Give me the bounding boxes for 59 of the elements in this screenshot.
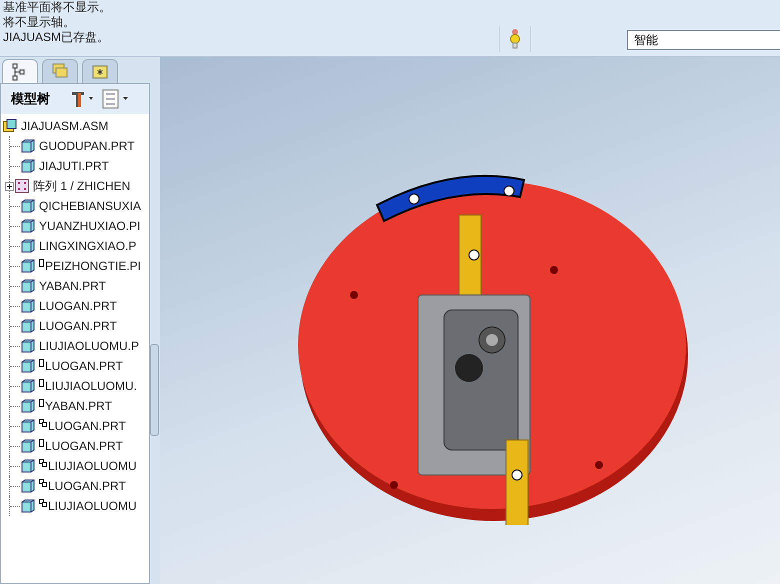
tree-item[interactable]: QICHEBIANSUXIA xyxy=(39,199,142,213)
expand-icon[interactable] xyxy=(5,182,14,190)
part-icon xyxy=(21,359,35,373)
tree-item[interactable]: JIAJUASM.ASM xyxy=(21,119,108,133)
tree-item[interactable]: JIAJUTI.PRT xyxy=(39,159,109,173)
tree-item[interactable]: LIUJIAOLUOMU.P xyxy=(39,339,140,353)
settings-dropdown[interactable] xyxy=(70,89,96,109)
tree-item[interactable]: LIUJIAOLUOMU xyxy=(39,499,137,513)
graphics-viewport[interactable] xyxy=(160,57,780,584)
part-icon xyxy=(21,159,35,173)
placeholder-marker-icon xyxy=(39,379,44,387)
linked-marker-icon xyxy=(39,499,47,507)
part-icon xyxy=(21,379,35,393)
tree-item[interactable]: YABAN.PRT xyxy=(39,279,106,293)
tree-item[interactable]: LUOGAN.PRT xyxy=(39,419,126,433)
placeholder-marker-icon xyxy=(39,359,44,367)
message-line: 将不显示轴。 xyxy=(3,15,76,30)
linked-marker-icon xyxy=(39,459,47,467)
message-line: JIAJUASM已存盘。 xyxy=(3,30,110,45)
message-line: 基准平面将不显示。 xyxy=(3,0,112,15)
part-icon xyxy=(21,219,35,233)
panel-tab[interactable] xyxy=(2,59,38,84)
tree-item[interactable]: LIUJIAOLUOMU. xyxy=(39,379,138,393)
linked-marker-icon xyxy=(39,419,47,427)
status-light-icon[interactable] xyxy=(510,28,520,50)
part-icon xyxy=(21,259,35,273)
placeholder-marker-icon xyxy=(39,259,44,267)
filter-dropdown[interactable]: 智能 xyxy=(627,30,780,50)
placeholder-marker-icon xyxy=(39,399,44,407)
tree-item[interactable]: GUODUPAN.PRT xyxy=(39,139,135,153)
tree-item[interactable]: LUOGAN.PRT xyxy=(39,439,123,453)
part-icon xyxy=(21,459,35,473)
part-icon xyxy=(21,499,35,513)
part-icon xyxy=(21,399,35,413)
tree-item[interactable]: LUOGAN.PRT xyxy=(39,319,117,333)
tree-item[interactable]: LUOGAN.PRT xyxy=(39,299,117,313)
part-icon xyxy=(21,239,35,253)
pattern-icon xyxy=(15,179,29,193)
part-icon xyxy=(21,279,35,293)
tree-item[interactable]: YUANZHUXIAO.PI xyxy=(39,219,140,233)
tree-item[interactable]: 阵列 1 / ZHICHEN xyxy=(33,178,130,194)
tree-item[interactable]: PEIZHONGTIE.PI xyxy=(39,259,142,273)
part-icon xyxy=(21,319,35,333)
part-icon xyxy=(21,419,35,433)
part-icon xyxy=(21,139,35,153)
linked-marker-icon xyxy=(39,479,47,487)
part-icon xyxy=(21,299,35,313)
part-icon xyxy=(21,339,35,353)
part-icon xyxy=(21,439,35,453)
panel-title: 模型树 xyxy=(11,90,50,108)
tree-item[interactable]: LINGXINGXIAO.P xyxy=(39,239,136,253)
tree-item[interactable]: LIUJIAOLUOMU xyxy=(39,459,137,473)
tree-item[interactable]: LUOGAN.PRT xyxy=(39,359,123,373)
part-icon xyxy=(21,479,35,493)
placeholder-marker-icon xyxy=(39,439,44,447)
tree-item[interactable]: YABAN.PRT xyxy=(39,399,112,413)
assembly-icon xyxy=(3,119,17,133)
tree-item[interactable]: LUOGAN.PRT xyxy=(39,479,126,493)
part-icon xyxy=(21,199,35,213)
